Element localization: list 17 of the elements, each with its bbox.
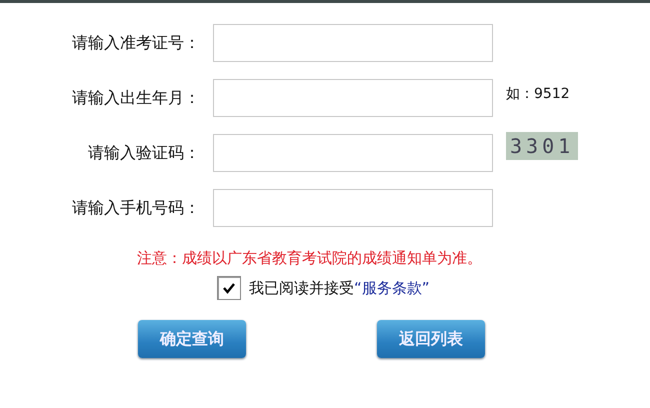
- action-button[interactable]: 确定查询: [138, 320, 246, 358]
- field-label: 请输入准考证号：: [72, 32, 200, 54]
- input-field[interactable]: [213, 24, 493, 62]
- agreement-text: 我已阅读并接受: [249, 278, 354, 298]
- input-field[interactable]: [213, 79, 493, 117]
- terms-link[interactable]: “服务条款”: [354, 278, 430, 298]
- input-field[interactable]: [213, 189, 493, 227]
- field-label: 请输入手机号码：: [72, 198, 200, 218]
- captcha-image[interactable]: 3301: [506, 132, 578, 160]
- notice-text: 注意：成绩以广东省教育考试院的成绩通知单为准。: [137, 249, 483, 268]
- field-label: 请输入出生年月：: [72, 88, 200, 108]
- input-field[interactable]: [213, 134, 493, 172]
- action-button[interactable]: 返回列表: [377, 320, 485, 358]
- hint-text: 如：9512: [506, 85, 570, 103]
- checkbox[interactable]: [217, 276, 241, 300]
- field-label: 请输入验证码：: [88, 142, 200, 164]
- check-icon: [222, 282, 236, 294]
